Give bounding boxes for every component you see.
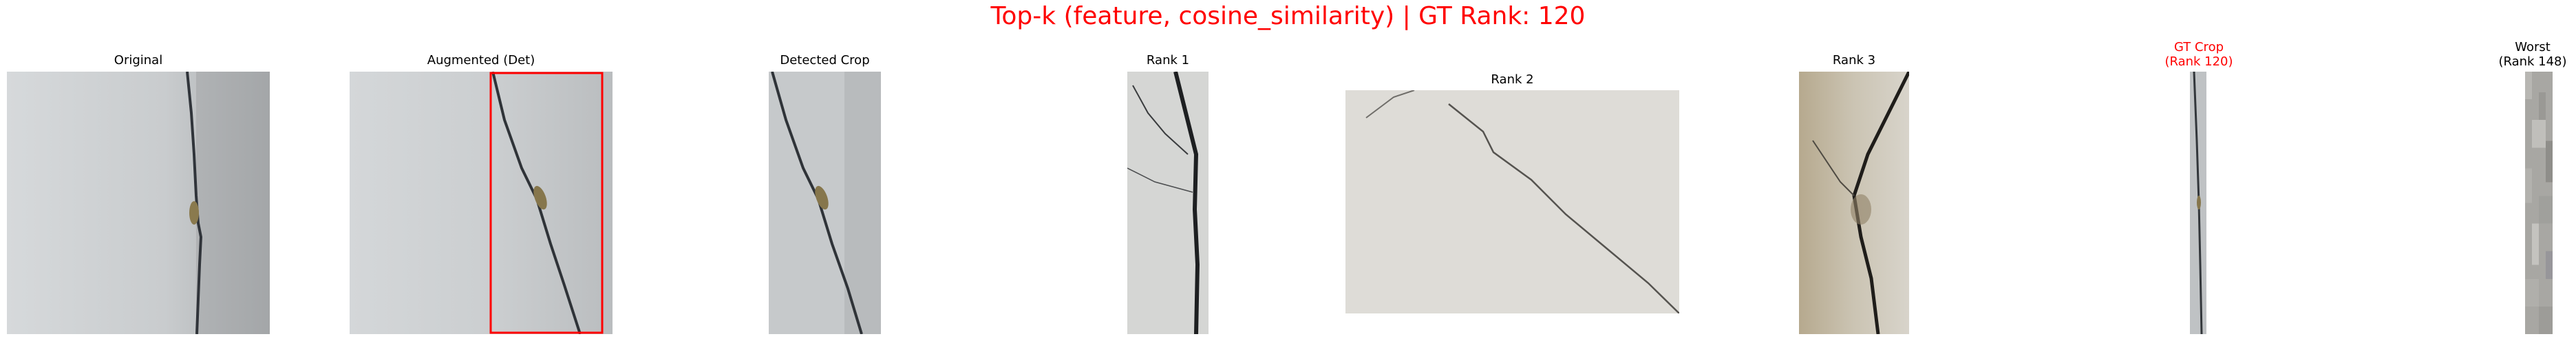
rank-3-image [1799, 72, 1909, 334]
gt-crop-title-line-2: (Rank 120) [2164, 54, 2233, 69]
panel-title-original: Original [114, 53, 163, 68]
panel-title-detected-crop: Detected Crop [780, 53, 870, 68]
gt-crop-image [2190, 72, 2206, 334]
figure-title: Top-k (feature, cosine_similarity) | GT … [990, 2, 1586, 30]
panel-title-rank-1: Rank 1 [1146, 53, 1190, 68]
rank-1-image [1127, 72, 1209, 334]
worst-title-line-2: (Rank 148) [2498, 54, 2567, 69]
gt-crop-title-line-1: GT Crop [2173, 40, 2224, 54]
rank-2-image [1345, 90, 1679, 313]
original-image [7, 72, 270, 334]
worst-image [2525, 72, 2553, 334]
panel-title-gt-crop: GT Crop (Rank 120) [2120, 40, 2278, 69]
panel-title-rank-3: Rank 3 [1832, 53, 1876, 68]
panel-title-worst: Worst (Rank 148) [2491, 40, 2574, 69]
worst-title-line-1: Worst [2515, 40, 2551, 54]
panel-title-augmented: Augmented (Det) [427, 53, 535, 68]
detected-crop-image [769, 72, 881, 334]
panel-title-rank-2: Rank 2 [1491, 72, 1534, 87]
augmented-image [350, 72, 613, 334]
